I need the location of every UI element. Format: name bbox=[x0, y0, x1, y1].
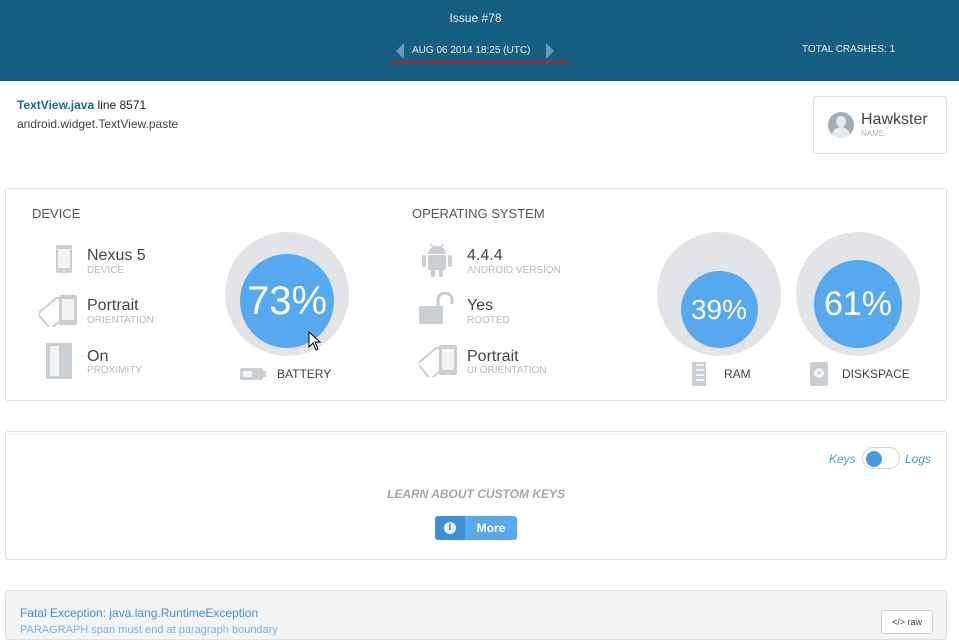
crash-date[interactable]: AUG 06 2014 18:25 (UTC) bbox=[412, 45, 530, 56]
ram-icon bbox=[692, 362, 706, 386]
date-underline bbox=[391, 61, 569, 64]
raw-button-label: raw bbox=[907, 617, 923, 627]
exception-panel: Fatal Exception: java.lang.RuntimeExcept… bbox=[5, 590, 947, 640]
previous-crash-arrow-icon[interactable] bbox=[396, 43, 404, 59]
device-model-label: DEVICE bbox=[87, 265, 125, 276]
ui-orientation-label: UI ORIENTATION bbox=[467, 365, 547, 376]
user-name-label: NAME bbox=[861, 129, 885, 138]
orientation-icon bbox=[39, 295, 77, 327]
method-name: android.widget.TextView.paste bbox=[17, 117, 179, 131]
more-button-label: More bbox=[476, 521, 506, 535]
proximity-value: On bbox=[87, 348, 109, 365]
disk-caption: DISKSPACE bbox=[842, 367, 910, 381]
unlock-icon bbox=[419, 292, 454, 324]
logs-toggle-label[interactable]: Logs bbox=[905, 452, 931, 466]
ram-gauge: 39% bbox=[680, 271, 758, 348]
next-crash-arrow-icon[interactable] bbox=[546, 43, 554, 59]
panel-divider bbox=[6, 432, 946, 435]
orientation-label: ORIENTATION bbox=[87, 315, 154, 326]
issue-title: Issue #78 bbox=[449, 11, 502, 25]
device-model-value: Nexus 5 bbox=[87, 247, 146, 264]
mouse-cursor-icon bbox=[308, 331, 322, 351]
keys-logs-toggle[interactable] bbox=[862, 447, 900, 469]
raw-button[interactable]: </> raw bbox=[881, 610, 933, 634]
battery-percent: 73% bbox=[246, 278, 328, 323]
battery-caption: BATTERY bbox=[277, 367, 332, 381]
disk-gauge: 61% bbox=[814, 260, 902, 348]
android-version-label: ANDROID VERSION bbox=[467, 265, 561, 276]
user-avatar-icon bbox=[828, 112, 854, 138]
orientation-value: Portrait bbox=[87, 297, 139, 314]
os-section-title: OPERATING SYSTEM bbox=[412, 206, 545, 221]
exception-title[interactable]: Fatal Exception: java.lang.RuntimeExcept… bbox=[20, 606, 258, 620]
ram-percent: 39% bbox=[690, 293, 748, 325]
ui-orientation-value: Portrait bbox=[467, 348, 519, 365]
device-stats-panel: DEVICE Nexus 5 DEVICE Portrait ORIENTATI… bbox=[5, 188, 947, 401]
exception-message: PARAGRAPH span must end at paragraph bou… bbox=[20, 624, 278, 636]
device-section-title: DEVICE bbox=[32, 206, 81, 221]
user-card: Hawkster NAME bbox=[813, 96, 947, 154]
ui-orientation-icon bbox=[419, 345, 457, 377]
date-navigator: AUG 06 2014 18:25 (UTC) bbox=[393, 42, 565, 60]
keys-toggle-label[interactable]: Keys bbox=[829, 452, 856, 466]
file-name-link[interactable]: TextView.java bbox=[17, 98, 94, 112]
info-icon: i bbox=[435, 516, 465, 540]
toggle-knob bbox=[866, 451, 882, 467]
user-name: Hawkster bbox=[861, 111, 928, 128]
android-icon bbox=[422, 243, 452, 277]
rooted-value: Yes bbox=[467, 297, 494, 314]
line-number: line 8571 bbox=[94, 98, 147, 112]
android-version-value: 4.4.4 bbox=[467, 247, 503, 264]
battery-icon bbox=[240, 368, 266, 380]
learn-custom-keys-text: LEARN ABOUT CUSTOM KEYS bbox=[386, 487, 565, 501]
rooted-label: ROOTED bbox=[467, 315, 510, 326]
disk-percent: 61% bbox=[823, 284, 893, 323]
proximity-label: PROXIMITY bbox=[87, 365, 143, 376]
code-icon: </> bbox=[891, 617, 908, 627]
ram-caption: RAM bbox=[724, 367, 751, 381]
total-crashes: TOTAL CRASHES: 1 bbox=[802, 44, 896, 55]
custom-keys-panel: Keys Logs LEARN ABOUT CUSTOM KEYS i More bbox=[5, 431, 947, 560]
proximity-icon bbox=[46, 343, 72, 379]
disk-icon bbox=[810, 362, 828, 386]
header-bar: Issue #78 AUG 06 2014 18:25 (UTC) TOTAL … bbox=[0, 0, 959, 81]
file-line: TextView.java line 8571 bbox=[17, 98, 146, 112]
more-button[interactable]: i More bbox=[435, 516, 517, 540]
phone-icon bbox=[56, 245, 72, 273]
